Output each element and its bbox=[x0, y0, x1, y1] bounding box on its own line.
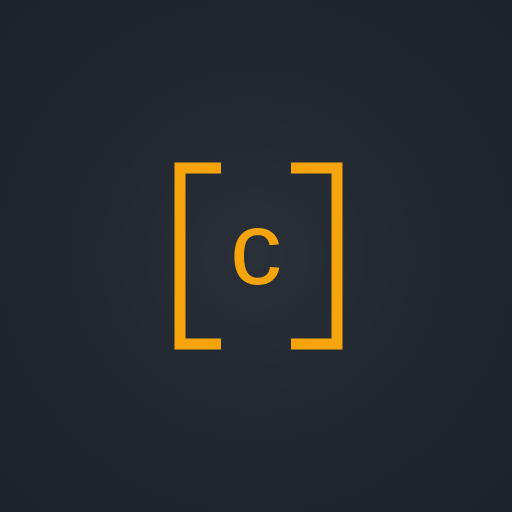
app-logo: c bbox=[0, 0, 512, 512]
logo-letter: c bbox=[230, 191, 282, 307]
